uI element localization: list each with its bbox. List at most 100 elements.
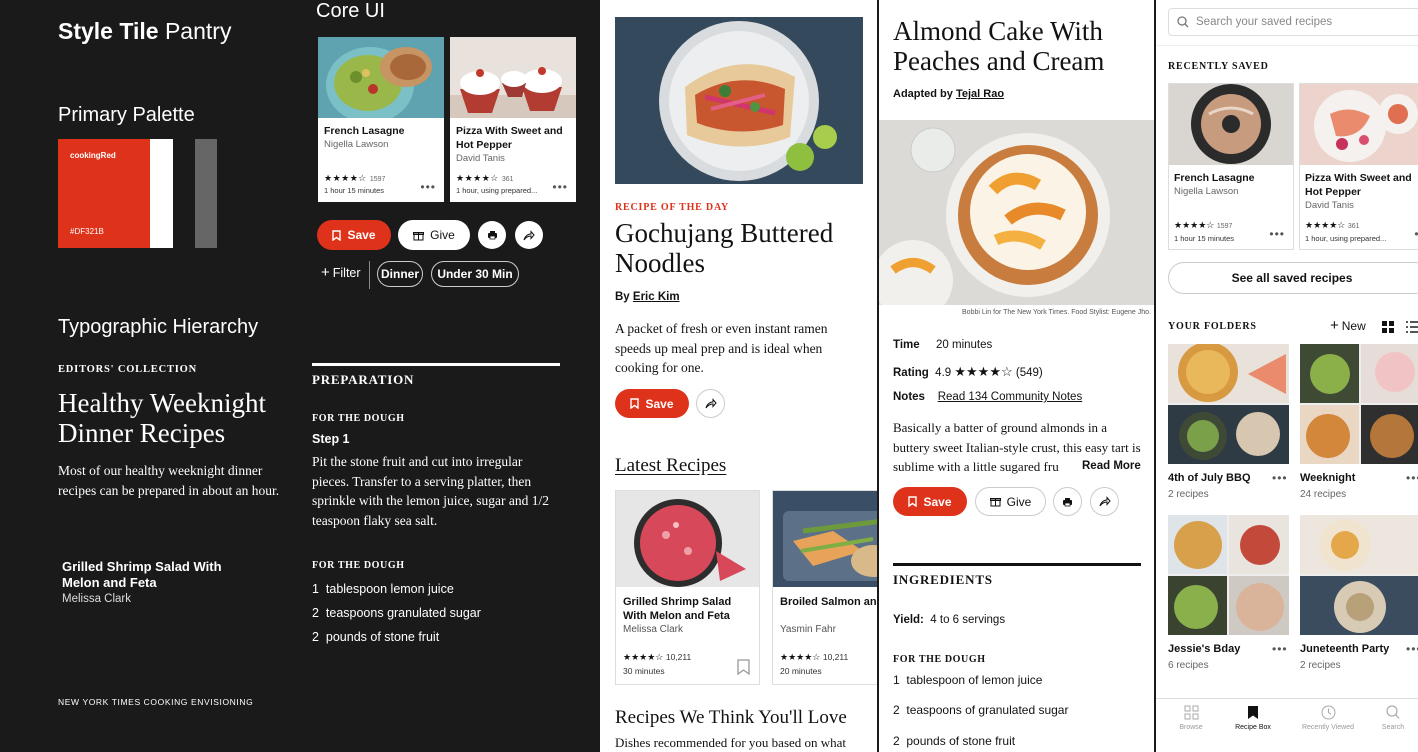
recipe-detail-panel: Almond Cake With Peaches and Cream Adapt… bbox=[878, 0, 1155, 752]
color-swatch-white bbox=[150, 139, 173, 248]
ingredient-row: 1 tablespoon lemon juice bbox=[312, 582, 454, 596]
style-tile-title: Style Tile Pantry bbox=[58, 18, 232, 44]
gift-icon bbox=[413, 231, 425, 240]
core-ui-title: Core UI bbox=[316, 0, 385, 22]
recipe-card-title: French Lasagne bbox=[324, 125, 405, 137]
grid-view-icon[interactable] bbox=[1382, 321, 1394, 333]
ingredient-row: 1 tablespoon of lemon juice bbox=[893, 673, 1043, 687]
read-more-link[interactable]: Read More bbox=[1082, 460, 1141, 472]
notes-row: Notes Read 134 Community Notes bbox=[893, 391, 1083, 403]
more-options-icon[interactable]: ••• bbox=[552, 180, 568, 194]
bookmark-icon bbox=[908, 496, 918, 507]
recipe-card[interactable]: French Lasagne Nigella Lawson ★★★★☆ 1597… bbox=[1168, 83, 1294, 250]
see-all-saved-button[interactable]: See all saved recipes bbox=[1168, 262, 1418, 294]
folder-name[interactable]: 4th of July BBQ bbox=[1168, 472, 1251, 484]
recipe-card-author: David Tanis bbox=[1305, 200, 1354, 211]
footer-label: NEW YORK TIMES COOKING ENVISIONING bbox=[58, 697, 254, 707]
recipe-of-day-title[interactable]: Gochujang Buttered Noodles bbox=[615, 218, 855, 278]
print-button[interactable] bbox=[478, 221, 506, 249]
folder-name[interactable]: Juneteenth Party bbox=[1300, 643, 1389, 655]
print-button[interactable] bbox=[1053, 487, 1082, 516]
dough-subheading: FOR THE DOUGH bbox=[893, 654, 986, 665]
time-row: Time 20 minutes bbox=[893, 339, 993, 351]
recipe-card[interactable]: French Lasagne Nigella Lawson ★★★★☆ 1597 … bbox=[318, 37, 444, 202]
folder-count: 6 recipes bbox=[1168, 660, 1209, 671]
rating-row[interactable]: Rating 4.9 ★★★★☆ (549) bbox=[893, 364, 1043, 380]
author-link[interactable]: Tejal Rao bbox=[956, 88, 1004, 100]
rating-stars: ★★★★☆ 361 bbox=[456, 173, 514, 183]
more-options-icon[interactable]: ••• bbox=[1414, 227, 1418, 241]
search-icon bbox=[1177, 16, 1189, 28]
latest-recipes-heading[interactable]: Latest Recipes bbox=[615, 455, 726, 477]
recipe-card-author: Melissa Clark bbox=[623, 624, 684, 635]
folder-thumbnail[interactable] bbox=[1300, 515, 1418, 635]
save-button[interactable]: Save bbox=[615, 389, 689, 418]
filter-chip-dinner[interactable]: Dinner bbox=[377, 261, 423, 287]
print-icon bbox=[487, 231, 497, 240]
new-folder-button[interactable]: + New bbox=[1330, 318, 1366, 333]
author-link[interactable]: Eric Kim bbox=[633, 291, 680, 303]
recipe-box-bookmark-icon bbox=[1248, 706, 1258, 719]
folder-name[interactable]: Jessie's Bday bbox=[1168, 643, 1240, 655]
share-button[interactable] bbox=[696, 389, 725, 418]
nav-browse[interactable]: Browse bbox=[1176, 705, 1206, 731]
folder-thumbnail[interactable] bbox=[1168, 515, 1289, 635]
nav-recipe-box[interactable]: Recipe Box bbox=[1228, 705, 1278, 731]
folder-name[interactable]: Weeknight bbox=[1300, 472, 1355, 484]
rating-stars: ★★★★☆ 1597 bbox=[324, 173, 386, 183]
bookmark-icon[interactable] bbox=[737, 659, 750, 675]
save-button[interactable]: Save bbox=[317, 220, 391, 250]
style-tile-panel: Style Tile Pantry Primary Palette cookin… bbox=[0, 0, 300, 752]
more-options-icon[interactable]: ••• bbox=[420, 180, 436, 194]
clock-icon bbox=[1321, 705, 1335, 720]
recipe-card-time: 1 hour, using prepared... bbox=[1305, 234, 1387, 243]
nav-search[interactable]: Search bbox=[1378, 705, 1408, 731]
folder-count: 2 recipes bbox=[1300, 660, 1341, 671]
more-options-icon[interactable]: ••• bbox=[1406, 471, 1418, 485]
list-view-icon[interactable] bbox=[1406, 321, 1418, 333]
step-text: Pit the stone fruit and cut into irregul… bbox=[312, 454, 549, 528]
save-button[interactable]: Save bbox=[893, 487, 967, 516]
home-feed-panel: RECIPE OF THE DAY Gochujang Buttered Noo… bbox=[600, 0, 877, 752]
more-options-icon[interactable]: ••• bbox=[1272, 471, 1288, 485]
sample-card-title[interactable]: Grilled Shrimp Salad With Melon and Feta bbox=[62, 559, 262, 591]
bottom-nav: Browse Recipe Box Recently Viewed Search bbox=[1156, 698, 1418, 752]
recipe-card-time: 1 hour 15 minutes bbox=[1174, 234, 1235, 243]
recipe-card-time: 1 hour 15 minutes bbox=[324, 186, 385, 195]
recipe-image-lasagne bbox=[318, 37, 444, 118]
browse-grid-icon bbox=[1184, 705, 1198, 720]
filter-divider bbox=[369, 261, 370, 289]
plus-icon: + bbox=[321, 264, 330, 281]
give-button[interactable]: Give bbox=[398, 220, 470, 250]
folder-count: 2 recipes bbox=[1168, 489, 1209, 500]
recipe-title: Almond Cake With Peaches and Cream bbox=[893, 16, 1105, 76]
search-input[interactable]: Search your saved recipes bbox=[1168, 8, 1418, 36]
recipe-card[interactable]: Pizza With Sweet and Hot Pepper David Ta… bbox=[1299, 83, 1418, 250]
gift-icon bbox=[989, 498, 1001, 507]
recommended-heading[interactable]: Recipes We Think You'll Love bbox=[615, 707, 847, 729]
recipe-card-title: Broiled Salmon and Asparagus With Herbs bbox=[780, 596, 877, 608]
filter-button[interactable]: + Filter bbox=[321, 264, 361, 281]
folder-thumbnail[interactable] bbox=[1168, 344, 1289, 464]
recipe-card[interactable]: Pizza With Sweet and Hot Pepper David Ta… bbox=[450, 37, 576, 202]
ingredients-heading: INGREDIENTS bbox=[893, 572, 993, 587]
share-button[interactable] bbox=[1090, 487, 1119, 516]
more-options-icon[interactable]: ••• bbox=[1269, 227, 1285, 241]
rating-stars: ★★★★☆ 1597 bbox=[1174, 220, 1233, 230]
give-button[interactable]: Give bbox=[975, 487, 1046, 516]
recipe-card[interactable]: Broiled Salmon and Asparagus With Herbs … bbox=[772, 490, 877, 685]
share-button[interactable] bbox=[515, 221, 543, 249]
recipe-card[interactable]: Grilled Shrimp Salad With Melon and Feta… bbox=[615, 490, 760, 685]
filter-chip-under-30[interactable]: Under 30 Min bbox=[431, 261, 519, 287]
community-notes-link[interactable]: Read 134 Community Notes bbox=[938, 391, 1082, 403]
folder-thumbnail[interactable] bbox=[1300, 344, 1418, 464]
folder-count: 24 recipes bbox=[1300, 489, 1347, 500]
recipe-byline: Adapted by Tejal Rao bbox=[893, 88, 1005, 100]
recipe-of-day-image[interactable] bbox=[615, 17, 863, 184]
more-options-icon[interactable]: ••• bbox=[1406, 642, 1418, 656]
color-swatch-gray bbox=[195, 139, 217, 248]
core-ui-panel: Core UI French Lasagne Nigella Lawson ★★… bbox=[300, 0, 600, 752]
more-options-icon[interactable]: ••• bbox=[1272, 642, 1288, 656]
recipe-card-title: Pizza With Sweet and Hot Pepper bbox=[456, 125, 563, 151]
nav-recently-viewed[interactable]: Recently Viewed bbox=[1298, 705, 1358, 731]
